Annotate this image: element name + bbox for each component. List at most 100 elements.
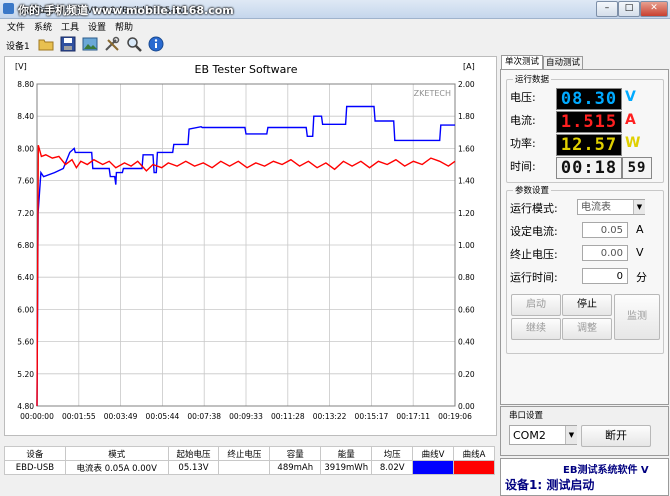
- power-unit: W: [625, 135, 641, 151]
- right-panel: 单次测试 自动测试 运行数据 电压: 08.30 V 电流: 1.515 A 功…: [500, 55, 669, 496]
- left-tick-label: 6.00: [17, 305, 34, 314]
- voltage-unit: V: [625, 89, 636, 105]
- right-tick-label: 0.00: [458, 402, 475, 411]
- left-tick-label: 6.80: [17, 241, 34, 250]
- right-tick-label: 1.20: [458, 209, 475, 218]
- disconnect-button[interactable]: 断开: [581, 425, 651, 447]
- power-display: 12.57: [556, 134, 622, 156]
- maximize-button[interactable]: □: [618, 1, 640, 17]
- set-current-unit: A: [636, 223, 644, 236]
- menu-file[interactable]: 文件: [7, 20, 25, 33]
- right-tick-label: 1.60: [458, 144, 475, 153]
- mode-dropdown-arrow-icon[interactable]: ▼: [633, 200, 645, 214]
- table-header: 终止电压: [218, 446, 271, 461]
- params-title: 参数设置: [513, 184, 552, 196]
- table-header: 曲线A: [453, 446, 495, 461]
- table-header: 曲线V: [412, 446, 455, 461]
- panel-body: 运行数据 电压: 08.30 V 电流: 1.515 A 功率: 12.57 W…: [500, 69, 669, 405]
- table-header: 容量: [269, 446, 322, 461]
- status-log: EB测试系统软件 V 设备1: 测试启动: [500, 458, 669, 496]
- title-bar: EB测试系统软件 V1.8.0 (Build 2015-10-18) 你的·手机…: [0, 0, 670, 19]
- table-header: 能量: [320, 446, 373, 461]
- left-tick-label: 4.80: [17, 402, 34, 411]
- set-current-input[interactable]: 0.05: [582, 222, 628, 238]
- port-dropdown-arrow-icon[interactable]: ▼: [565, 426, 577, 444]
- serial-settings: 串口设置 COM2 ▼ 断开: [500, 406, 669, 456]
- tab-auto-test[interactable]: 自动测试: [543, 56, 583, 69]
- right-tick-label: 0.40: [458, 338, 475, 347]
- menu-settings[interactable]: 设置: [88, 20, 106, 33]
- table-cell: 电流表 0.05A 0.00V: [64, 460, 169, 475]
- current-display: 1.515: [556, 111, 622, 133]
- serial-title: 串口设置: [509, 411, 544, 421]
- x-tick-label: 00:19:06: [438, 412, 472, 421]
- save-icon[interactable]: [60, 36, 76, 52]
- left-tick-label: 5.20: [17, 370, 34, 379]
- left-tick-label: 7.60: [17, 177, 34, 186]
- chart-area: EB Tester Software ZKETECH [V] [A] 8.80 8.40 8…: [4, 56, 497, 436]
- time-seconds-display: 59: [622, 157, 652, 179]
- toolbar: [0, 33, 500, 55]
- table-cell: 489mAh: [269, 460, 322, 475]
- table-header: 均压: [371, 446, 414, 461]
- run-time-label: 运行时间:: [510, 271, 558, 284]
- menu-help[interactable]: 帮助: [115, 20, 133, 33]
- table-row[interactable]: EBD-USB 电流表 0.05A 0.00V 05.13V 489mAh 39…: [4, 460, 495, 475]
- chart-title: EB Tester Software: [195, 63, 298, 76]
- open-folder-icon[interactable]: [38, 36, 54, 52]
- info-icon[interactable]: [148, 36, 164, 52]
- right-tick-label: 2.00: [458, 80, 475, 89]
- curve-v-color-swatch[interactable]: [412, 460, 455, 475]
- minimize-button[interactable]: –: [596, 1, 618, 17]
- left-axis-unit: [V]: [15, 62, 27, 71]
- left-tick-label: 8.80: [17, 80, 34, 89]
- end-voltage-unit: V: [636, 246, 644, 259]
- right-tick-label: 1.00: [458, 241, 475, 250]
- adjust-button[interactable]: 调整: [562, 318, 612, 340]
- right-tick-label: 0.60: [458, 305, 475, 314]
- time-display: 00:18: [556, 157, 622, 179]
- run-data-group: 运行数据 电压: 08.30 V 电流: 1.515 A 功率: 12.57 W…: [506, 73, 664, 183]
- continue-button[interactable]: 继续: [511, 318, 561, 340]
- table-header-row: 设备 模式 起始电压 终止电压 容量 能量 均压 曲线V 曲线A: [4, 446, 495, 461]
- x-tick-label: 00:17:11: [396, 412, 430, 421]
- monitor-button[interactable]: 监测: [614, 294, 660, 340]
- left-tick-label: 7.20: [17, 209, 34, 218]
- stop-button[interactable]: 停止: [562, 294, 612, 316]
- image-icon[interactable]: [82, 36, 98, 52]
- table-header: 模式: [64, 446, 169, 461]
- left-tick-label: 5.60: [17, 338, 34, 347]
- right-tick-label: 1.80: [458, 112, 475, 121]
- curve-a-color-swatch[interactable]: [453, 460, 495, 475]
- menu-system[interactable]: 系统: [34, 20, 52, 33]
- end-voltage-input[interactable]: 0.00: [582, 245, 628, 261]
- right-tick-label: 1.40: [458, 177, 475, 186]
- app-icon: [3, 3, 14, 14]
- tools-icon[interactable]: [104, 36, 120, 52]
- x-tick-label: 00:13:22: [313, 412, 347, 421]
- start-button[interactable]: 启动: [511, 294, 561, 316]
- run-time-input[interactable]: 0: [582, 268, 628, 284]
- time-label: 时间:: [510, 160, 536, 173]
- tab-single-test[interactable]: 单次测试: [501, 55, 543, 70]
- close-button[interactable]: ✕: [640, 1, 668, 17]
- x-tick-label: 00:11:28: [271, 412, 305, 421]
- table-cell: [218, 460, 271, 475]
- current-unit: A: [625, 112, 636, 128]
- chart-svg: EB Tester Software ZKETECH [V] [A] 8.80 8.40 8…: [15, 62, 475, 421]
- left-tick-label: 8.00: [17, 144, 34, 153]
- chart-brand: ZKETECH: [414, 89, 451, 98]
- watermark-text: 你的·手机频道 www.mobile.it168.com: [18, 4, 234, 17]
- left-tick-label: 8.40: [17, 112, 34, 121]
- x-tick-label: 00:01:55: [62, 412, 96, 421]
- set-current-label: 设定电流:: [510, 225, 558, 238]
- table-cell: 05.13V: [167, 460, 220, 475]
- right-axis-unit: [A]: [463, 62, 475, 71]
- x-tick-label: 00:05:44: [146, 412, 180, 421]
- voltage-label: 电压:: [510, 91, 536, 104]
- menu-tools[interactable]: 工具: [61, 20, 79, 33]
- right-tick-label: 0.20: [458, 370, 475, 379]
- search-icon[interactable]: [126, 36, 142, 52]
- left-tick-label: 6.40: [17, 273, 34, 282]
- x-tick-label: 00:09:33: [229, 412, 263, 421]
